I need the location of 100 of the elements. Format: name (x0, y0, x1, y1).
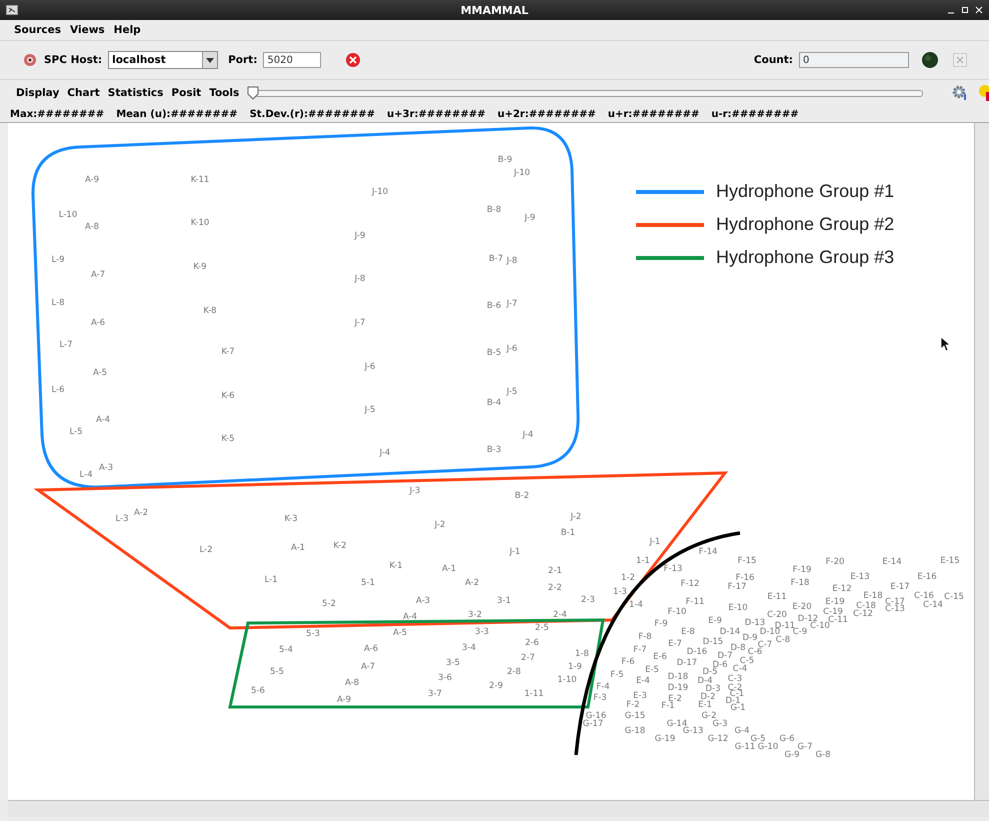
hydrophone-label: C-13 (885, 604, 905, 614)
menu-item[interactable]: Display (16, 87, 60, 99)
legend-label: Hydrophone Group #1 (716, 181, 894, 202)
menu-item[interactable]: Chart (67, 87, 100, 99)
caret-icon (206, 58, 214, 62)
hydrophone-label: F-1 (661, 702, 675, 710)
hydrophone-label: E-3 (633, 692, 647, 700)
stat-readout: u+2r:######## (497, 108, 596, 120)
hydrophone-label: 1-10 (557, 676, 577, 684)
hydrophone-label: L-7 (59, 340, 73, 350)
menu-item[interactable]: Sources (14, 24, 62, 36)
hydrophone-label: D-4 (697, 676, 713, 686)
hydrophone-label: 3-6 (438, 674, 452, 682)
hydrophone-label: G-11 (734, 742, 756, 752)
app-icon (6, 5, 18, 15)
hydrophone-label: A-3 (416, 596, 430, 606)
hydrophone-label: 1-2 (621, 574, 635, 582)
hydrophone-label: E-4 (636, 676, 650, 686)
menu-item[interactable]: Help (114, 24, 141, 36)
hydrophone-label: G-7 (797, 742, 813, 752)
hydrophone-label: F-19 (792, 566, 812, 574)
hydrophone-label: F-15 (738, 556, 756, 566)
menu-item[interactable]: Statistics (108, 87, 164, 99)
hydrophone-label: 3-3 (475, 628, 489, 636)
hydrophone-label: A-6 (364, 644, 378, 654)
error-icon[interactable] (345, 52, 362, 68)
hydrophone-label: F-18 (790, 578, 810, 588)
hydrophone-label: A-3 (98, 464, 114, 472)
hydrophone-label: 2-6 (525, 638, 539, 648)
gear-icon[interactable] (951, 84, 969, 102)
hydrophone-label: K-1 (389, 562, 403, 570)
hydrophone-label: F-3 (593, 694, 607, 702)
hydrophone-label: G-12 (708, 734, 728, 744)
hydrophone-label: 1-9 (568, 662, 582, 672)
hydrophone-label: D-16 (686, 648, 708, 656)
hydrophone-label: B-5 (486, 348, 502, 358)
host-combobox[interactable]: localhost (108, 51, 218, 69)
hydrophone-label: F-14 (698, 548, 718, 556)
hydrophone-label: G-1 (730, 704, 746, 712)
stat-readout: u+3r:######## (387, 108, 486, 120)
hydrophone-label: G-13 (682, 726, 704, 736)
hydrophone-label: 5-2 (322, 600, 336, 608)
hydrophone-label: G-16 (586, 712, 606, 720)
hydrophone-label: F-16 (736, 574, 754, 582)
menu-item[interactable]: Views (70, 24, 105, 36)
hydrophone-label: J-6 (506, 344, 518, 354)
hydrophone-label: A-9 (84, 176, 100, 184)
hydrophone-label: E-12 (832, 584, 852, 594)
hydrophone-label: D-7 (717, 652, 733, 660)
hydrophone-label: L-6 (51, 386, 65, 394)
hydrophone-label: D-15 (702, 638, 724, 646)
count-field: 0 (799, 52, 909, 68)
hydrophone-label: 2-1 (548, 566, 562, 576)
hydrophone-label: E-5 (645, 666, 659, 674)
vertical-scrollbar[interactable] (974, 123, 989, 800)
hydrophone-label: E-7 (668, 640, 682, 648)
hydrophone-label: F-9 (654, 620, 668, 628)
hydrophone-label: C-10 (810, 622, 830, 630)
menu-item[interactable]: Posit (171, 87, 202, 99)
port-field[interactable]: 5020 (263, 52, 322, 68)
hydrophone-label: B-1 (560, 528, 576, 538)
hydrophone-label: 1-4 (629, 600, 643, 610)
hydrophone-label: 5-4 (279, 646, 293, 654)
hydrophone-label: F-13 (664, 564, 682, 574)
hydrophone-label: E-9 (708, 616, 722, 626)
hydrophone-label: A-1 (442, 564, 456, 574)
pointer-icon (940, 336, 950, 352)
hydrophone-label: G-4 (734, 726, 750, 736)
slider-thumb[interactable] (247, 86, 260, 100)
menu-item[interactable]: Tools (209, 87, 240, 99)
hydrophone-label: C-4 (732, 664, 748, 674)
hydrophone-label: C-18 (856, 602, 876, 610)
hydrophone-label: F-6 (621, 658, 635, 666)
hydrophone-label: G-9 (784, 750, 800, 760)
hydrophone-label: 3-2 (468, 610, 482, 620)
hydrophone-label: 5-1 (361, 578, 375, 588)
hydrophone-label: B-4 (486, 398, 502, 408)
hydrophone-label: 1-8 (575, 650, 589, 658)
hydrophone-label: D-9 (742, 634, 758, 642)
hydrophone-label: A-6 (90, 318, 106, 328)
hydrophone-label: A-5 (92, 368, 108, 378)
hydrophone-label: K-5 (221, 434, 235, 444)
hydrophone-label: C-11 (828, 616, 848, 624)
hydrophone-label: J-8 (506, 256, 518, 266)
hydrophone-label: G-19 (654, 734, 676, 744)
hydrophone-label: C-12 (853, 610, 873, 618)
stat-readout: u-r:######## (711, 108, 799, 120)
horizontal-scrollbar[interactable] (8, 800, 989, 817)
hydrophone-label: C-9 (792, 628, 808, 636)
hydrophone-label: F-7 (633, 646, 647, 654)
hydrophone-label: G-3 (712, 720, 728, 728)
hydrophone-label: D-5 (702, 668, 718, 676)
hydrophone-label: G-17 (582, 720, 604, 728)
hydrophone-label: J-7 (506, 300, 518, 308)
hydrophone-label: D-19 (668, 684, 688, 692)
maximize-icon[interactable] (961, 6, 969, 14)
stat-readout: Max:######## (10, 108, 104, 120)
hydrophone-label: J-4 (522, 430, 534, 440)
hydrophone-label: 2-4 (553, 610, 567, 620)
hydrophone-label: B-2 (514, 492, 530, 500)
